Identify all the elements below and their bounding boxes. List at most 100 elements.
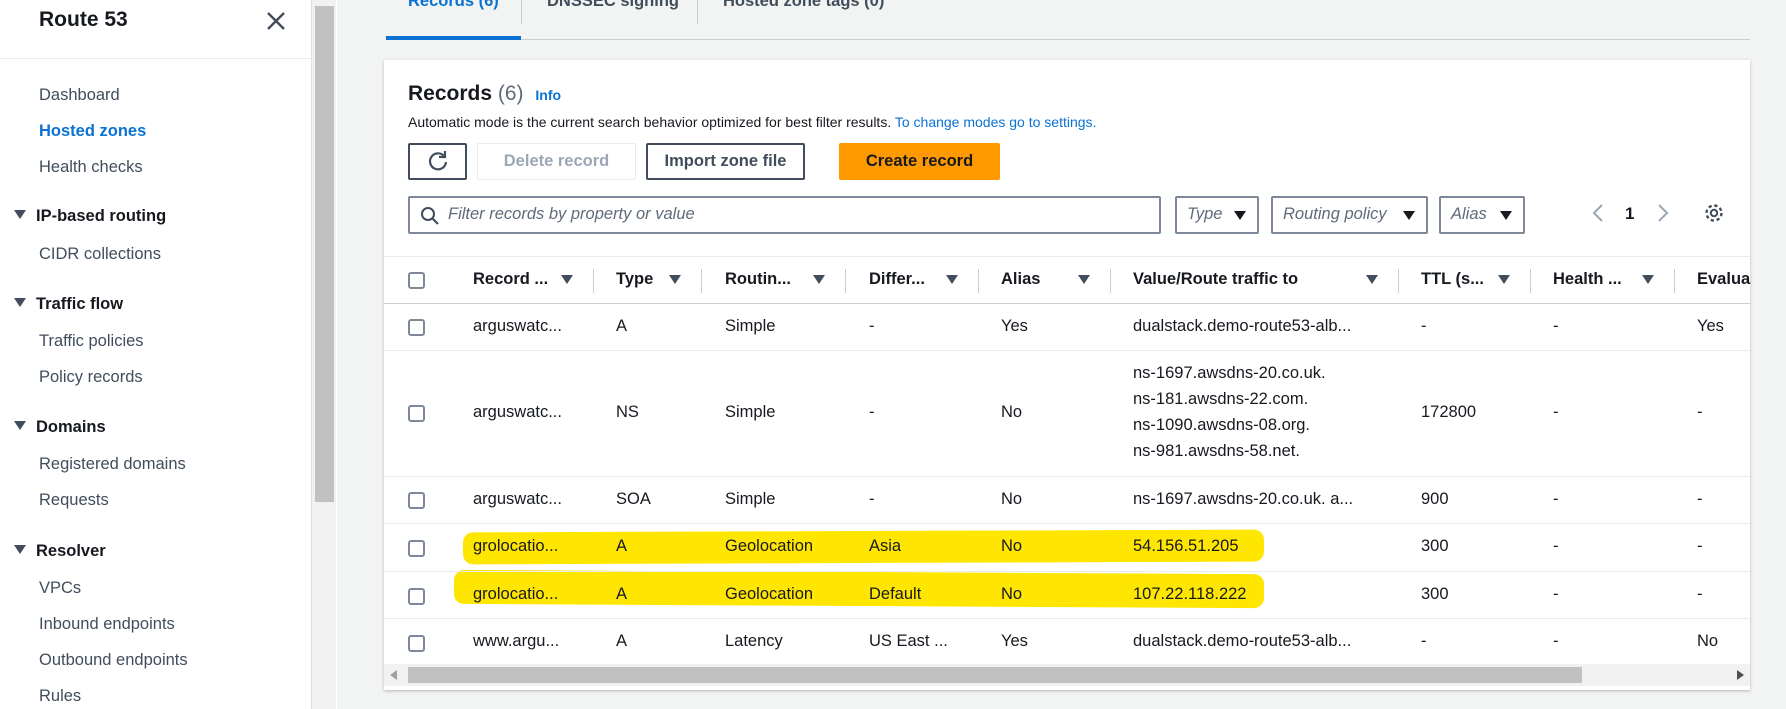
routing-policy-dropdown[interactable]: Routing policy	[1271, 196, 1428, 234]
table-header: Record ... Type Routin... Differ... Alia…	[384, 256, 1750, 304]
column-resizer[interactable]	[845, 269, 846, 293]
caret-down-icon[interactable]	[946, 275, 958, 284]
row-checkbox[interactable]	[408, 540, 425, 557]
column-header-differentiator[interactable]: Differ...	[869, 270, 925, 289]
sidebar-section-ip-routing[interactable]: IP-based routing	[14, 207, 166, 226]
sidebar-section-traffic-flow[interactable]: Traffic flow	[14, 295, 123, 314]
current-page-number[interactable]: 1	[1625, 204, 1634, 224]
caret-down-icon	[14, 210, 26, 219]
sidebar-item-rules[interactable]: Rules	[39, 687, 81, 706]
records-panel: Records (6) Info Automatic mode is the c…	[384, 60, 1750, 690]
column-resizer[interactable]	[1110, 269, 1111, 293]
column-header-evaluate-target-health[interactable]: Evalua	[1697, 270, 1750, 289]
differentiator-cell: -	[869, 317, 875, 335]
record-name-cell: www.argu...	[473, 632, 560, 650]
column-header-health-check[interactable]: Health ...	[1553, 270, 1622, 289]
sidebar-item-health-checks[interactable]: Health checks	[39, 158, 143, 177]
sidebar-item-requests[interactable]: Requests	[39, 491, 109, 510]
column-resizer[interactable]	[701, 269, 702, 293]
table-row[interactable]: arguswatc... SOA Simple - No ns-1697.aws…	[384, 477, 1750, 524]
table-row[interactable]: arguswatc... NS Simple - No ns-1697.awsd…	[384, 351, 1750, 477]
column-header-routing-policy[interactable]: Routin...	[725, 270, 791, 289]
column-resizer[interactable]	[978, 269, 979, 293]
column-header-type[interactable]: Type	[616, 270, 653, 289]
alias-filter-dropdown[interactable]: Alias	[1439, 196, 1525, 234]
import-zone-file-button[interactable]: Import zone file	[646, 143, 805, 180]
ttl-cell: 300	[1421, 585, 1449, 603]
record-name-cell: arguswatc...	[473, 403, 562, 421]
tab-dnssec-signing[interactable]: DNSSEC signing	[547, 0, 679, 11]
type-cell: SOA	[616, 490, 651, 508]
filter-records-input[interactable]: Filter records by property or value	[408, 196, 1161, 234]
dropdown-label: Alias	[1451, 205, 1487, 223]
table-row[interactable]: www.argu... A Latency US East ... Yes du…	[384, 619, 1750, 664]
sidebar-item-outbound-endpoints[interactable]: Outbound endpoints	[39, 651, 188, 670]
caret-down-icon[interactable]	[1366, 275, 1378, 284]
settings-gear-icon[interactable]	[1703, 202, 1725, 229]
select-all-checkbox[interactable]	[408, 272, 425, 289]
active-tab-indicator	[386, 36, 521, 40]
caret-down-icon[interactable]	[813, 275, 825, 284]
sidebar-item-policy-records[interactable]: Policy records	[39, 368, 143, 387]
health-check-cell: -	[1553, 317, 1559, 335]
caret-down-icon	[14, 545, 26, 554]
scrollbar-thumb[interactable]	[408, 667, 1582, 683]
chevron-left-icon[interactable]	[1591, 203, 1605, 228]
type-filter-dropdown[interactable]: Type	[1175, 196, 1259, 234]
sidebar-item-traffic-policies[interactable]: Traffic policies	[39, 332, 144, 351]
sidebar-section-domains[interactable]: Domains	[14, 418, 106, 437]
table-row[interactable]: grolocatio... A Geolocation Default No 1…	[384, 572, 1750, 619]
evaluate-health-cell: No	[1697, 632, 1719, 650]
row-checkbox[interactable]	[408, 492, 425, 509]
scroll-left-arrow-icon[interactable]	[390, 670, 397, 680]
scrollbar-thumb[interactable]	[315, 6, 334, 502]
table-horizontal-scrollbar[interactable]	[384, 664, 1750, 686]
chevron-right-icon[interactable]	[1656, 203, 1670, 228]
differentiator-cell: -	[869, 403, 875, 421]
column-resizer[interactable]	[1530, 269, 1531, 293]
value-line: ns-1090.awsdns-08.org.	[1133, 416, 1311, 434]
sidebar-item-cidr-collections[interactable]: CIDR collections	[39, 245, 161, 264]
sidebar-item-dashboard[interactable]: Dashboard	[39, 86, 120, 105]
column-header-record-name[interactable]: Record ...	[473, 270, 548, 289]
row-checkbox[interactable]	[408, 319, 425, 336]
sidebar-item-inbound-endpoints[interactable]: Inbound endpoints	[39, 615, 175, 634]
column-header-alias[interactable]: Alias	[1001, 270, 1040, 289]
tab-hosted-zone-tags[interactable]: Hosted zone tags (0)	[723, 0, 884, 11]
caret-down-icon[interactable]	[1498, 275, 1510, 284]
caret-down-icon[interactable]	[1078, 275, 1090, 284]
record-name-cell: arguswatc...	[473, 490, 562, 508]
row-checkbox[interactable]	[408, 588, 425, 605]
delete-record-button[interactable]: Delete record	[477, 143, 636, 180]
scroll-right-arrow-icon[interactable]	[1737, 670, 1744, 680]
value-cell: dualstack.demo-route53-alb...	[1133, 632, 1352, 650]
column-resizer[interactable]	[1398, 269, 1399, 293]
table-row[interactable]: grolocatio... A Geolocation Asia No 54.1…	[384, 524, 1750, 572]
table-row[interactable]: arguswatc... A Simple - Yes dualstack.de…	[384, 304, 1750, 351]
refresh-button[interactable]	[408, 143, 467, 180]
close-icon[interactable]	[264, 9, 288, 33]
column-resizer[interactable]	[593, 269, 594, 293]
column-resizer[interactable]	[1674, 269, 1675, 293]
routing-policy-cell: Latency	[725, 632, 783, 650]
sidebar-scrollbar[interactable]	[311, 0, 336, 709]
caret-down-icon[interactable]	[1642, 275, 1654, 284]
evaluate-health-cell: Yes	[1697, 317, 1724, 335]
column-header-value[interactable]: Value/Route traffic to	[1133, 270, 1298, 289]
create-record-button[interactable]: Create record	[839, 143, 1000, 180]
tab-records[interactable]: Records (6)	[408, 0, 499, 11]
caret-down-icon[interactable]	[669, 275, 681, 284]
sidebar-section-resolver[interactable]: Resolver	[14, 542, 106, 561]
refresh-icon	[428, 150, 447, 170]
info-link[interactable]: Info	[535, 87, 561, 103]
sidebar-item-vpcs[interactable]: VPCs	[39, 579, 81, 598]
value-cell: 54.156.51.205	[1133, 537, 1239, 555]
column-header-ttl[interactable]: TTL (s...	[1421, 270, 1484, 289]
alias-cell: Yes	[1001, 632, 1028, 650]
sidebar-item-hosted-zones[interactable]: Hosted zones	[39, 122, 146, 141]
row-checkbox[interactable]	[408, 405, 425, 422]
caret-down-icon[interactable]	[561, 275, 573, 284]
settings-link[interactable]: To change modes go to settings.	[895, 114, 1097, 130]
row-checkbox[interactable]	[408, 635, 425, 652]
sidebar-item-registered-domains[interactable]: Registered domains	[39, 455, 186, 474]
